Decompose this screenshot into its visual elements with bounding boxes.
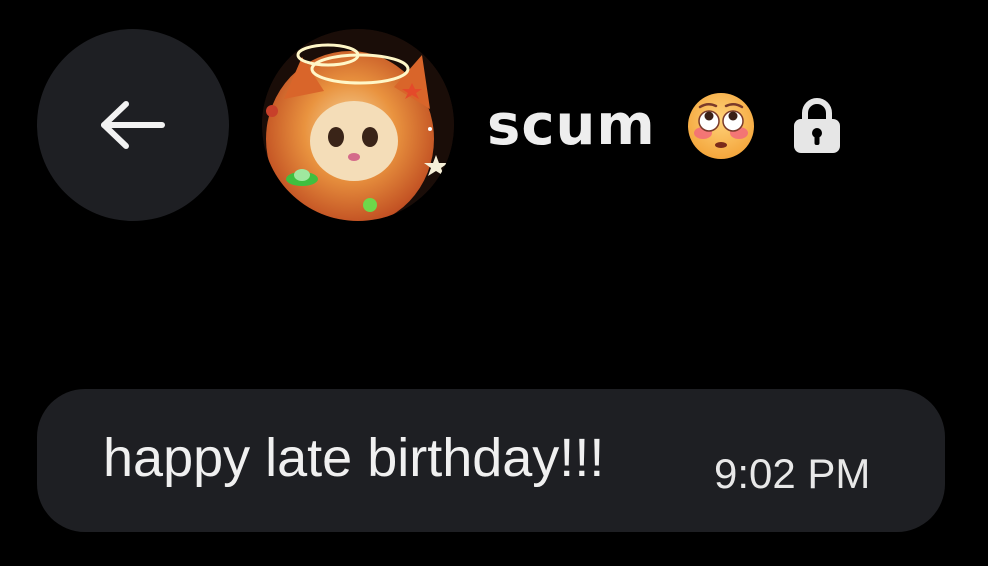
message-timestamp: 9:02 PM <box>714 450 871 497</box>
avatar[interactable] <box>262 29 454 221</box>
conversation-title: scum <box>487 86 842 166</box>
cat-avatar-image <box>262 29 454 221</box>
message-text: happy late birthday!!! <box>103 428 605 488</box>
contact-name: scum <box>487 93 656 158</box>
arrow-left-icon <box>101 101 165 149</box>
lock-icon <box>793 98 840 153</box>
flushed-face-emoji-icon <box>687 93 754 159</box>
chat-screen: scum happy late birthday!!! 9:02 PM <box>0 0 988 566</box>
message-bubble[interactable]: happy late birthday!!! 9:02 PM <box>37 389 945 532</box>
back-button[interactable] <box>37 29 229 221</box>
